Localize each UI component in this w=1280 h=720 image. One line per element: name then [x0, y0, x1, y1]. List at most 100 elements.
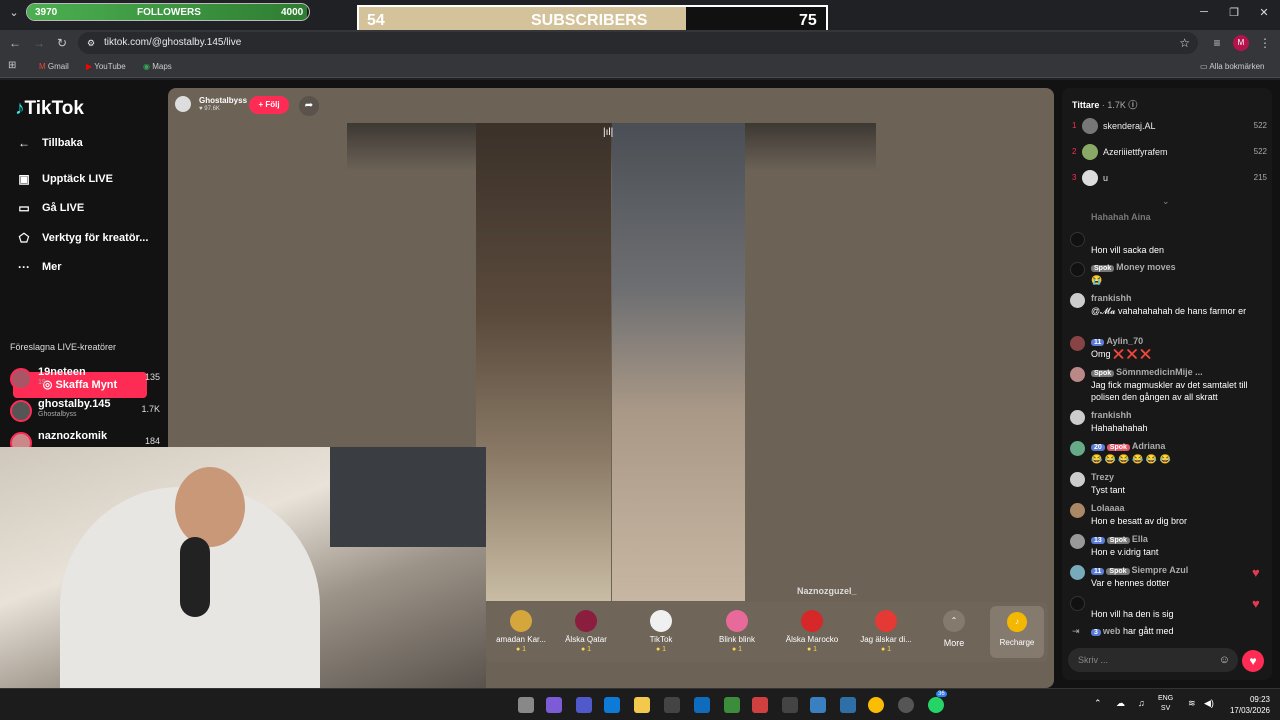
whatsapp-icon[interactable]: 36 [928, 691, 947, 713]
viewer-score: 522 [1253, 147, 1267, 156]
followers-goal: 4000 [281, 7, 304, 18]
like-heart-button[interactable]: ♥ [1242, 650, 1264, 672]
sidebar-item-creator-tools[interactable]: ⬠ Verktyg för kreatör... [16, 231, 149, 245]
chat-input[interactable]: Skriv ... ☺ [1068, 648, 1238, 672]
emoji-icon[interactable]: ☺ [1219, 648, 1230, 672]
join-username: web [1102, 626, 1121, 636]
file-explorer-icon[interactable] [634, 697, 650, 713]
chrome-icon[interactable] [868, 697, 884, 713]
copilot-icon[interactable] [546, 697, 562, 713]
teams-icon[interactable] [576, 697, 592, 713]
chevron-up-icon: ⌃ [943, 610, 965, 632]
tray-chevron-icon[interactable]: ⌃ [1094, 698, 1102, 709]
share-icon[interactable]: ➦ [299, 96, 319, 116]
edge-icon[interactable] [604, 697, 620, 713]
badge: Spok [1106, 444, 1130, 451]
guest-name[interactable]: Naznozguzel_ [797, 586, 857, 596]
recharge-button[interactable]: ♪ Recharge [990, 606, 1044, 658]
gift-name: Jag älskar di... [860, 635, 912, 644]
outlook-icon[interactable] [694, 697, 710, 713]
gift-item[interactable]: Jag älskar di... ● 1 [851, 610, 921, 653]
bookmark-youtube[interactable]: ▶ YouTube [86, 62, 126, 71]
reload-icon[interactable]: ↻ [53, 34, 71, 52]
menu-icon[interactable]: ⋮ [1256, 34, 1274, 52]
photos-icon[interactable] [810, 697, 826, 713]
sidebar-item-label: Upptäck LIVE [42, 173, 113, 185]
avatar [1070, 565, 1085, 580]
top-viewer-row[interactable]: 1 skenderaj.AL 522 [1072, 116, 1267, 136]
tiktok-logo-icon: ♪ [15, 98, 25, 119]
site-info-icon[interactable]: ⚙ [87, 32, 95, 54]
tab-search-icon[interactable]: ⌄ [4, 6, 24, 22]
rank-number: 3 [1072, 173, 1077, 182]
microphone-icon[interactable]: ♫ [1138, 698, 1145, 708]
gift-price-value: 1 [887, 646, 892, 653]
remote-desktop-icon[interactable] [840, 697, 856, 713]
maximize-icon[interactable]: ❐ [1224, 6, 1244, 22]
volume-icon[interactable]: ◀) [1204, 698, 1214, 709]
top-viewer-row[interactable]: 3 u 215 [1072, 168, 1267, 188]
chevron-down-icon[interactable]: ⌄ [1162, 196, 1170, 207]
wifi-icon[interactable]: ≋ [1188, 698, 1196, 709]
follow-button[interactable]: + Följ [249, 96, 289, 114]
maps-icon: ◉ [143, 62, 150, 71]
more-gifts-button[interactable]: ⌃ More [918, 610, 990, 648]
info-icon[interactable]: ⓘ [1128, 100, 1137, 110]
apps-icon[interactable]: ⊞ [8, 60, 16, 71]
clock[interactable]: 09:23 17/03/2026 [1230, 694, 1270, 716]
back-link[interactable]: ← Tillbaka [16, 136, 83, 150]
viewers-header[interactable]: Tittare · 1.7K ⓘ [1072, 98, 1137, 111]
obs-icon[interactable] [898, 697, 914, 713]
sidebar-item-label: Gå LIVE [42, 202, 85, 214]
all-bookmarks[interactable]: ▭ Alla bokmärken [1200, 62, 1264, 71]
tiktok-logo[interactable]: ♪TikTok [15, 98, 84, 120]
host-name[interactable]: Ghostalbyss [199, 96, 247, 105]
bookmark-gmail[interactable]: M Gmail [39, 62, 69, 71]
forward-icon[interactable]: → [30, 34, 48, 52]
avatar [1070, 367, 1085, 382]
store-icon[interactable] [664, 697, 680, 713]
close-icon[interactable]: ✕ [1254, 6, 1274, 22]
cloud-icon[interactable]: ☁ [1116, 698, 1125, 709]
office-icon[interactable] [752, 697, 768, 713]
task-view-icon[interactable] [518, 697, 534, 713]
bookmark-maps[interactable]: ◉ Maps [143, 62, 172, 71]
security-icon[interactable] [724, 697, 740, 713]
app-icon[interactable] [782, 697, 798, 713]
sidebar-item-more[interactable]: ··· Mer [16, 260, 62, 274]
heart-icon: ♥ [199, 106, 203, 112]
back-icon[interactable]: ← [6, 34, 24, 52]
bookmark-star-icon[interactable]: ☆ [1179, 32, 1190, 54]
browser-toolbar: ← → ↻ ⚙ tiktok.com/@ghostalby.145/live ☆… [0, 30, 1280, 56]
gift-item[interactable]: Älska Qatar ● 1 [551, 610, 621, 653]
creator-item[interactable]: ghostalby.145 Ghostalbyss 1.7K [10, 398, 160, 422]
sidebar-item-discover-live[interactable]: ▣ Upptäck LIVE [16, 172, 113, 186]
sidebar: ♪TikTok ← Tillbaka ▣ Upptäck LIVE ▭ Gå LIVE… [0, 80, 168, 454]
reading-list-icon[interactable]: ≡ [1208, 34, 1226, 52]
sidebar-item-label: Verktyg för kreatör... [42, 232, 149, 244]
chat-text: Hon e besatt av dig bror [1091, 516, 1188, 526]
top-viewer-row[interactable]: 2 Azeriiiettfyrafem 522 [1072, 142, 1267, 162]
badge: 20 [1091, 444, 1105, 451]
gift-item[interactable]: amadan Kar... ● 1 [486, 610, 556, 653]
gift-item[interactable]: Älska Marocko ● 1 [777, 610, 847, 653]
chat-username: Money moves [1116, 262, 1176, 272]
minimize-icon[interactable]: ─ [1194, 6, 1214, 22]
recharge-label: Recharge [999, 638, 1035, 647]
profile-avatar[interactable]: M [1233, 35, 1249, 51]
gift-item[interactable]: Blink blink ● 1 [702, 610, 772, 653]
gift-item[interactable]: TikTok ● 1 [626, 610, 696, 653]
creator-item[interactable]: 19neteen 19 135 [10, 366, 160, 390]
address-bar[interactable]: ⚙ tiktok.com/@ghostalby.145/live ☆ [78, 32, 1198, 54]
chat-text: Hahahahahah [1091, 423, 1148, 433]
chat-username: frankishh [1091, 293, 1132, 303]
chat-text: Var e hennes dotter [1091, 578, 1170, 588]
badge: Spok [1106, 537, 1130, 544]
viewer-score: 215 [1253, 173, 1267, 182]
host-avatar[interactable] [175, 96, 191, 112]
language-indicator[interactable]: ENG SV [1158, 694, 1173, 714]
avatar [1070, 293, 1085, 308]
sidebar-item-go-live[interactable]: ▭ Gå LIVE [16, 201, 84, 215]
recharge-coin-icon: ♪ [1007, 612, 1027, 632]
host-likes-count: 97.6K [204, 106, 220, 112]
